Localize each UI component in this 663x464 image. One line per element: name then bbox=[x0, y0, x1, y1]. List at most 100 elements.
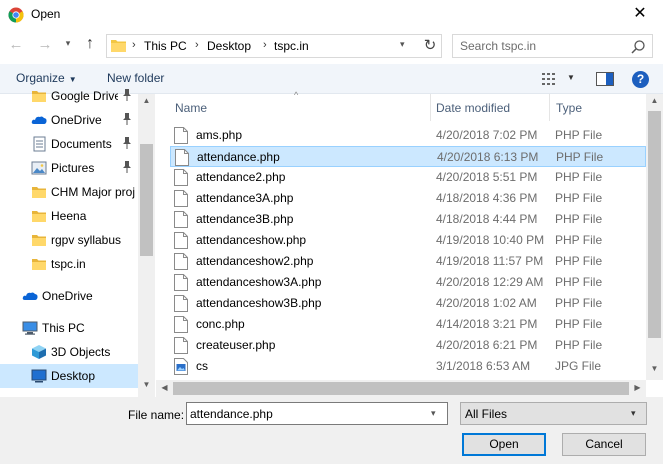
file-name-input[interactable]: attendance.php ▾ bbox=[186, 402, 448, 425]
breadcrumb-tspc-in[interactable]: tspc.in bbox=[274, 39, 309, 53]
chevron-down-icon[interactable]: ▾ bbox=[431, 408, 436, 419]
sidebar-item-onedrive[interactable]: OneDrive bbox=[0, 284, 138, 308]
file-row[interactable]: cs 3/1/2018 6:53 AM JPG File bbox=[170, 356, 646, 377]
sidebar-item-tspc-in[interactable]: tspc.in bbox=[0, 252, 138, 276]
up-button[interactable]: ↑ bbox=[80, 35, 100, 55]
recent-locations-dropdown[interactable]: ▾ bbox=[61, 38, 75, 52]
sidebar-item-label: Documents bbox=[51, 137, 112, 151]
file-type: PHP File bbox=[555, 296, 603, 310]
sidebar-item-onedrive[interactable]: OneDrive bbox=[0, 108, 138, 132]
file-row[interactable]: attendance.php 4/20/2018 6:13 PM PHP File bbox=[170, 146, 646, 167]
sidebar-item-this-pc[interactable]: This PC bbox=[0, 316, 138, 340]
address-dropdown[interactable]: ▾ bbox=[400, 39, 405, 50]
file-name: attendance.php bbox=[197, 150, 280, 164]
file-date-modified: 4/14/2018 3:21 PM bbox=[436, 317, 538, 331]
view-options-icon[interactable] bbox=[542, 72, 558, 86]
php-file-icon bbox=[174, 169, 188, 186]
file-row[interactable]: conc.php 4/14/2018 3:21 PM PHP File bbox=[170, 314, 646, 335]
new-folder-button[interactable]: New folder bbox=[107, 71, 164, 85]
sidebar-item-label: This PC bbox=[42, 321, 85, 335]
open-button[interactable]: Open bbox=[462, 433, 546, 456]
navigation-pane-scrollbar[interactable]: ▲ ▼ bbox=[138, 94, 155, 397]
organize-label: Organize bbox=[16, 71, 65, 85]
file-row[interactable]: attendanceshow.php 4/19/2018 10:40 PM PHP … bbox=[170, 230, 646, 251]
column-header-type[interactable]: Type bbox=[556, 101, 582, 128]
file-row[interactable]: attendance3A.php 4/18/2018 4:36 PM PHP Fil… bbox=[170, 188, 646, 209]
file-row[interactable]: ams.php 4/20/2018 7:02 PM PHP File bbox=[170, 125, 646, 146]
scroll-down-arrow[interactable]: ▼ bbox=[138, 380, 155, 389]
back-button[interactable]: ← bbox=[6, 36, 26, 56]
breadcrumb-separator: › bbox=[263, 39, 267, 51]
view-dropdown-icon[interactable]: ▼ bbox=[567, 73, 575, 82]
sidebar-item-3d-objects[interactable]: 3D Objects bbox=[0, 340, 138, 364]
sidebar-item-label: Pictures bbox=[51, 161, 95, 175]
address-bar[interactable]: › This PC › Desktop › tspc.in ▾ ↻ bbox=[106, 34, 442, 58]
file-type-filter[interactable]: All Files ▾ bbox=[460, 402, 647, 425]
image-file-icon bbox=[174, 358, 188, 375]
column-header-date-modified[interactable]: Date modified bbox=[436, 101, 510, 128]
chrome-icon bbox=[8, 7, 24, 23]
forward-button[interactable]: → bbox=[35, 36, 55, 56]
sidebar-item-chm-major-proj[interactable]: CHM Major proj bbox=[0, 180, 138, 204]
sidebar-item-label: Google Drive bbox=[51, 89, 118, 103]
folder-icon bbox=[31, 88, 47, 104]
scroll-down-arrow[interactable]: ▼ bbox=[646, 364, 663, 373]
php-file-icon bbox=[174, 337, 188, 354]
php-file-icon bbox=[175, 149, 189, 166]
organize-button[interactable]: Organize ▼ bbox=[16, 71, 77, 85]
file-list-scrollbar[interactable]: ▲ ▼ bbox=[646, 94, 663, 380]
3d-objects-icon bbox=[31, 344, 47, 360]
scrollbar-thumb[interactable] bbox=[173, 382, 629, 395]
preview-pane-icon[interactable] bbox=[596, 71, 614, 87]
navigation-pane[interactable]: Google Drive OneDrive Documents Pictures CHM… bbox=[0, 89, 155, 397]
scrollbar-thumb[interactable] bbox=[140, 144, 153, 256]
file-name: createuser.php bbox=[196, 338, 276, 352]
chevron-down-icon[interactable]: ▾ bbox=[631, 408, 636, 419]
file-name: attendanceshow2.php bbox=[196, 254, 314, 268]
help-icon[interactable]: ? bbox=[632, 71, 649, 88]
php-file-icon bbox=[174, 253, 188, 270]
close-button[interactable]: ✕ bbox=[617, 0, 663, 30]
sidebar-item-desktop[interactable]: Desktop bbox=[0, 364, 138, 388]
scrollbar-thumb[interactable] bbox=[648, 111, 661, 338]
breadcrumb-this-pc[interactable]: This PC bbox=[144, 39, 187, 53]
file-row[interactable]: createuser.php 4/20/2018 6:21 PM PHP File bbox=[170, 335, 646, 356]
sidebar-item-google-drive[interactable]: Google Drive bbox=[0, 84, 138, 108]
file-date-modified: 3/1/2018 6:53 AM bbox=[436, 359, 531, 373]
file-name: attendance3A.php bbox=[196, 191, 294, 205]
horizontal-scrollbar[interactable]: ◀ ▶ bbox=[156, 380, 646, 397]
php-file-icon bbox=[174, 190, 188, 207]
pin-icon bbox=[122, 113, 132, 128]
scroll-left-arrow[interactable]: ◀ bbox=[156, 383, 173, 392]
file-row[interactable]: attendance3B.php 4/18/2018 4:44 PM PHP Fil… bbox=[170, 209, 646, 230]
sidebar-item-documents[interactable]: Documents bbox=[0, 132, 138, 156]
scroll-up-arrow[interactable]: ▲ bbox=[138, 96, 155, 105]
sidebar-item-label: tspc.in bbox=[51, 257, 86, 271]
file-row[interactable]: attendanceshow3A.php 4/20/2018 12:29 AM PH… bbox=[170, 272, 646, 293]
breadcrumb-desktop[interactable]: Desktop bbox=[207, 39, 251, 53]
file-type: PHP File bbox=[555, 275, 603, 289]
sidebar-item-rgpv-syllabus[interactable]: rgpv syllabus bbox=[0, 228, 138, 252]
sidebar-item-heena[interactable]: Heena bbox=[0, 204, 138, 228]
folder-icon bbox=[31, 184, 47, 200]
column-divider[interactable] bbox=[549, 94, 550, 121]
file-row[interactable]: attendance2.php 4/20/2018 5:51 PM PHP File bbox=[170, 167, 646, 188]
scroll-up-arrow[interactable]: ▲ bbox=[646, 96, 663, 105]
file-row[interactable]: attendanceshow3B.php 4/20/2018 1:02 AM PHP… bbox=[170, 293, 646, 314]
cancel-button[interactable]: Cancel bbox=[562, 433, 646, 456]
breadcrumb-separator: › bbox=[195, 39, 199, 51]
file-name: cs bbox=[196, 359, 208, 373]
pictures-icon bbox=[31, 160, 47, 176]
column-header-name[interactable]: Name bbox=[175, 101, 207, 128]
file-row[interactable]: attendanceshow2.php 4/19/2018 11:57 PM PHP… bbox=[170, 251, 646, 272]
file-type: JPG File bbox=[555, 359, 602, 373]
file-list[interactable]: ^ Name Date modified Type ams.php 4/20/20… bbox=[156, 90, 646, 380]
sidebar-item-pictures[interactable]: Pictures bbox=[0, 156, 138, 180]
php-file-icon bbox=[174, 232, 188, 249]
column-divider[interactable] bbox=[430, 94, 431, 121]
refresh-button[interactable]: ↻ bbox=[420, 36, 440, 56]
file-type: PHP File bbox=[555, 212, 603, 226]
file-name-value[interactable]: attendance.php bbox=[190, 407, 273, 421]
scroll-right-arrow[interactable]: ▶ bbox=[629, 383, 646, 392]
search-input[interactable]: Search tspc.in bbox=[452, 34, 653, 58]
